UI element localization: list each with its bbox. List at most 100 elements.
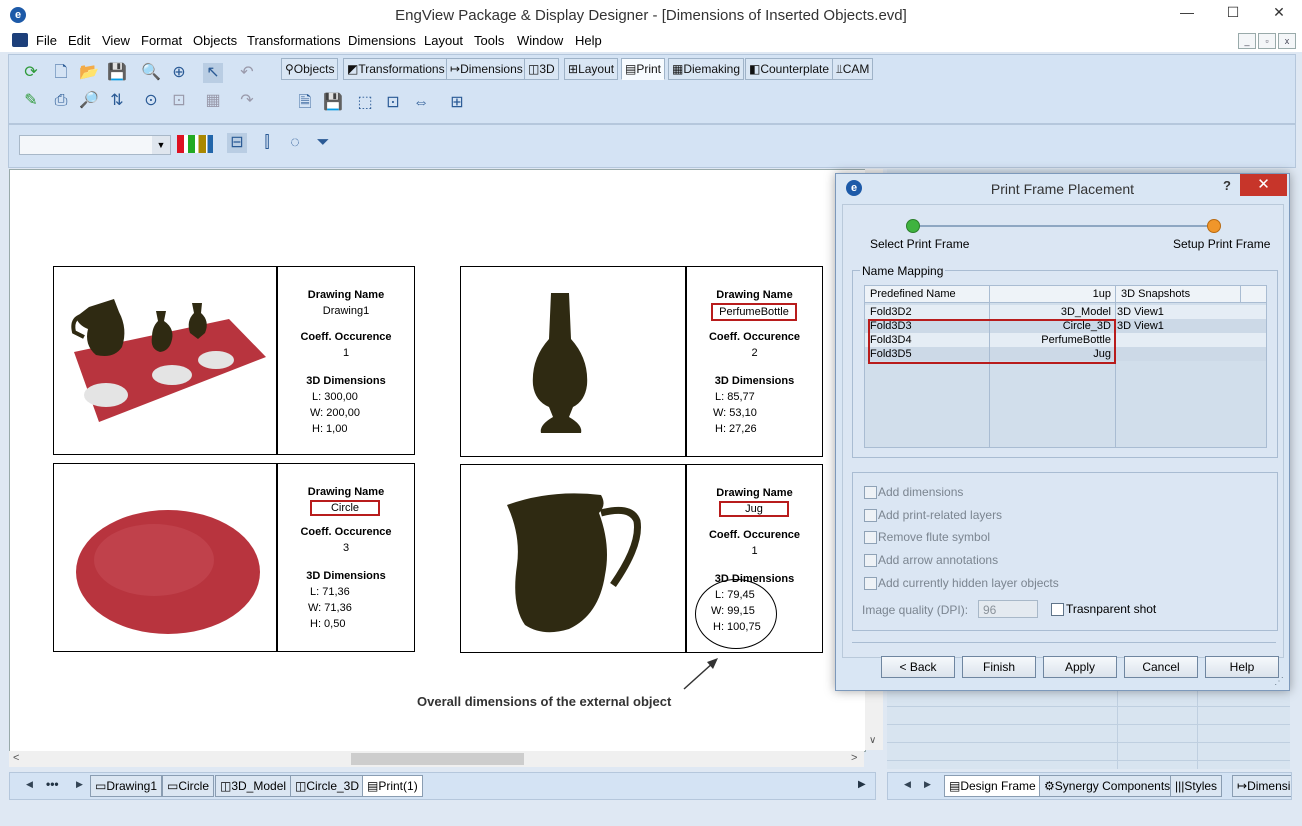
mdi-close-button[interactable]: x [1278,33,1296,49]
finish-button[interactable]: Finish [962,656,1036,678]
frame-mode-icon[interactable]: ⊟ [227,133,247,153]
snapshot-cell[interactable]: 3D View1 [1117,320,1164,332]
tab-circle[interactable]: ▭Circle [162,775,215,797]
add-print-layers-checkbox[interactable] [864,509,877,522]
tab-styles[interactable]: |||Styles [1170,775,1223,797]
panel-tab-scroll-left-icon[interactable]: ◀ [904,779,911,790]
column-header-3d-snapshots[interactable]: 3D Snapshots [1121,288,1190,300]
layer-dropdown[interactable]: ▼ [19,135,171,155]
zoom-fit-icon[interactable]: ⊙ [141,91,161,111]
document-icon[interactable] [12,33,28,47]
column-header-1up[interactable]: 1up [991,288,1111,300]
save-print-icon[interactable]: 💾 [323,93,343,113]
tab-print-1[interactable]: ▤Print(1) [362,775,423,797]
print-frame-icon[interactable]: 🗎 [295,93,315,113]
image-quality-input[interactable]: 96 [978,600,1038,618]
print-preview-icon[interactable]: 🔎 [79,91,99,111]
tab-3d[interactable]: ◫3D [524,58,559,80]
apply-button[interactable]: Apply [1043,656,1117,678]
fit-frame-icon[interactable]: ⊡ [383,93,403,113]
scroll-thumb[interactable] [351,753,524,765]
resize-horizontal-icon[interactable]: ⇔ [411,93,431,113]
menu-objects[interactable]: Objects [193,33,237,48]
table-icon[interactable]: ⊞ [447,93,467,113]
column-header-predefined-name[interactable]: Predefined Name [870,288,956,300]
print-frame-jug[interactable]: Drawing Name Jug Coeff. Occurence 1 3D D… [460,464,823,653]
menu-edit[interactable]: Edit [68,33,90,48]
select-arrow-icon[interactable]: ↖ [203,63,223,83]
redo-icon[interactable]: ↷ [237,91,257,111]
horizontal-scrollbar[interactable]: < > [9,751,864,767]
tab-circle-3d[interactable]: ◫Circle_3D [290,775,365,797]
menu-tools[interactable]: Tools [474,33,504,48]
lasso-icon[interactable]: ◌ [285,133,305,153]
open-folder-icon[interactable]: 📂 [79,63,99,83]
menu-window[interactable]: Window [517,33,563,48]
menu-file[interactable]: File [36,33,57,48]
tab-print[interactable]: ▤Print [621,58,666,80]
panel-tab-scroll-right-icon[interactable]: ▶ [924,779,931,790]
menu-layout[interactable]: Layout [424,33,463,48]
resize-grip-icon[interactable]: ⋰ [1274,676,1284,687]
tab-dimensions-panel[interactable]: ↦Dimensi [1232,775,1291,797]
menu-format[interactable]: Format [141,33,182,48]
help-button[interactable]: Help [1205,656,1279,678]
remove-flute-symbol-checkbox[interactable] [864,531,877,544]
tab-scroll-right-icon[interactable]: ▶ [76,779,83,790]
transparent-shot-checkbox[interactable] [1051,603,1064,616]
tab-design-frame[interactable]: ▤Design Frame [944,775,1041,797]
print-frame-perfumebottle[interactable]: Drawing Name PerfumeBottle Coeff. Occure… [460,266,823,457]
tab-objects[interactable]: ⚲Objects [281,58,339,80]
more-tabs-icon[interactable]: ••• [46,777,59,791]
save-icon[interactable]: 💾 [107,63,127,83]
tab-layout[interactable]: ⊞Layout [564,58,619,80]
print-frame-circle[interactable]: Drawing Name Circle Coeff. Occurence 3 3… [53,463,415,652]
tab-3d-model[interactable]: ◫3D_Model [215,775,292,797]
tab-transformations[interactable]: ◩Transformations [343,58,449,80]
new-document-icon[interactable]: 🗋 [51,63,71,83]
print-frame-drawing1[interactable]: Drawing Name Drawing1 Coeff. Occurence 1… [53,266,415,455]
swap-icon[interactable]: ⇅ [107,91,127,111]
tab-dimensions[interactable]: ↦Dimensions [446,58,527,80]
drawing-canvas[interactable]: Drawing Name Drawing1 Coeff. Occurence 1… [9,169,866,752]
name-mapping-grid[interactable]: Predefined Name 1up 3D Snapshots Fold3D2… [864,285,1267,448]
minimize-button[interactable]: — [1164,0,1210,24]
snapshot-cell[interactable]: 3D View1 [1117,306,1164,318]
frame-select-icon[interactable]: ⫿ [257,133,277,153]
add-dimensions-checkbox[interactable] [864,486,877,499]
help-icon[interactable]: ? [1223,178,1231,193]
tab-scroll-left-icon[interactable]: ◀ [26,779,33,790]
oneup-cell[interactable]: 3D_Model [991,306,1111,318]
close-button[interactable]: ✕ [1256,0,1302,24]
tab-cam[interactable]: ⫫CAM [832,58,874,80]
scroll-down-icon[interactable]: ∨ [869,735,876,746]
grid-icon[interactable]: ▦ [203,91,223,111]
chevron-down-icon[interactable]: ▼ [152,136,170,154]
printer-icon[interactable]: ⎙ [51,91,71,111]
scroll-left-icon[interactable]: < [13,752,19,764]
back-button[interactable]: < Back [881,656,955,678]
menu-dimensions[interactable]: Dimensions [348,33,416,48]
zoom-in-icon[interactable]: ⊕ [169,63,189,83]
add-hidden-layer-objects-checkbox[interactable] [864,577,877,590]
tab-next-icon[interactable]: ▶ [858,779,866,790]
cancel-button[interactable]: Cancel [1124,656,1198,678]
mdi-restore-button[interactable]: ▫ [1258,33,1276,49]
undo-icon[interactable]: ↶ [237,63,257,83]
menu-view[interactable]: View [102,33,130,48]
mdi-minimize-button[interactable]: _ [1238,33,1256,49]
select-frame-icon[interactable]: ⬚ [355,93,375,113]
color-palette-icon[interactable] [177,135,213,153]
tab-synergy-components[interactable]: ⚙Synergy Components [1039,775,1176,797]
add-arrow-annotations-checkbox[interactable] [864,554,877,567]
menu-help[interactable]: Help [575,33,602,48]
tab-drawing1[interactable]: ▭Drawing1 [90,775,163,797]
scroll-right-icon[interactable]: > [851,752,857,764]
filter-icon[interactable]: ⏷ [313,133,333,153]
edit-green-icon[interactable]: ✎ [21,91,41,111]
zoom-window-icon[interactable]: ⊡ [169,91,189,111]
table-row[interactable]: Fold3D2 3D_Model 3D View1 [865,305,1266,319]
maximize-button[interactable]: ☐ [1210,0,1256,24]
tab-counterplate[interactable]: ◧Counterplate [745,58,834,80]
dialog-close-button[interactable]: ✕ [1240,174,1287,196]
